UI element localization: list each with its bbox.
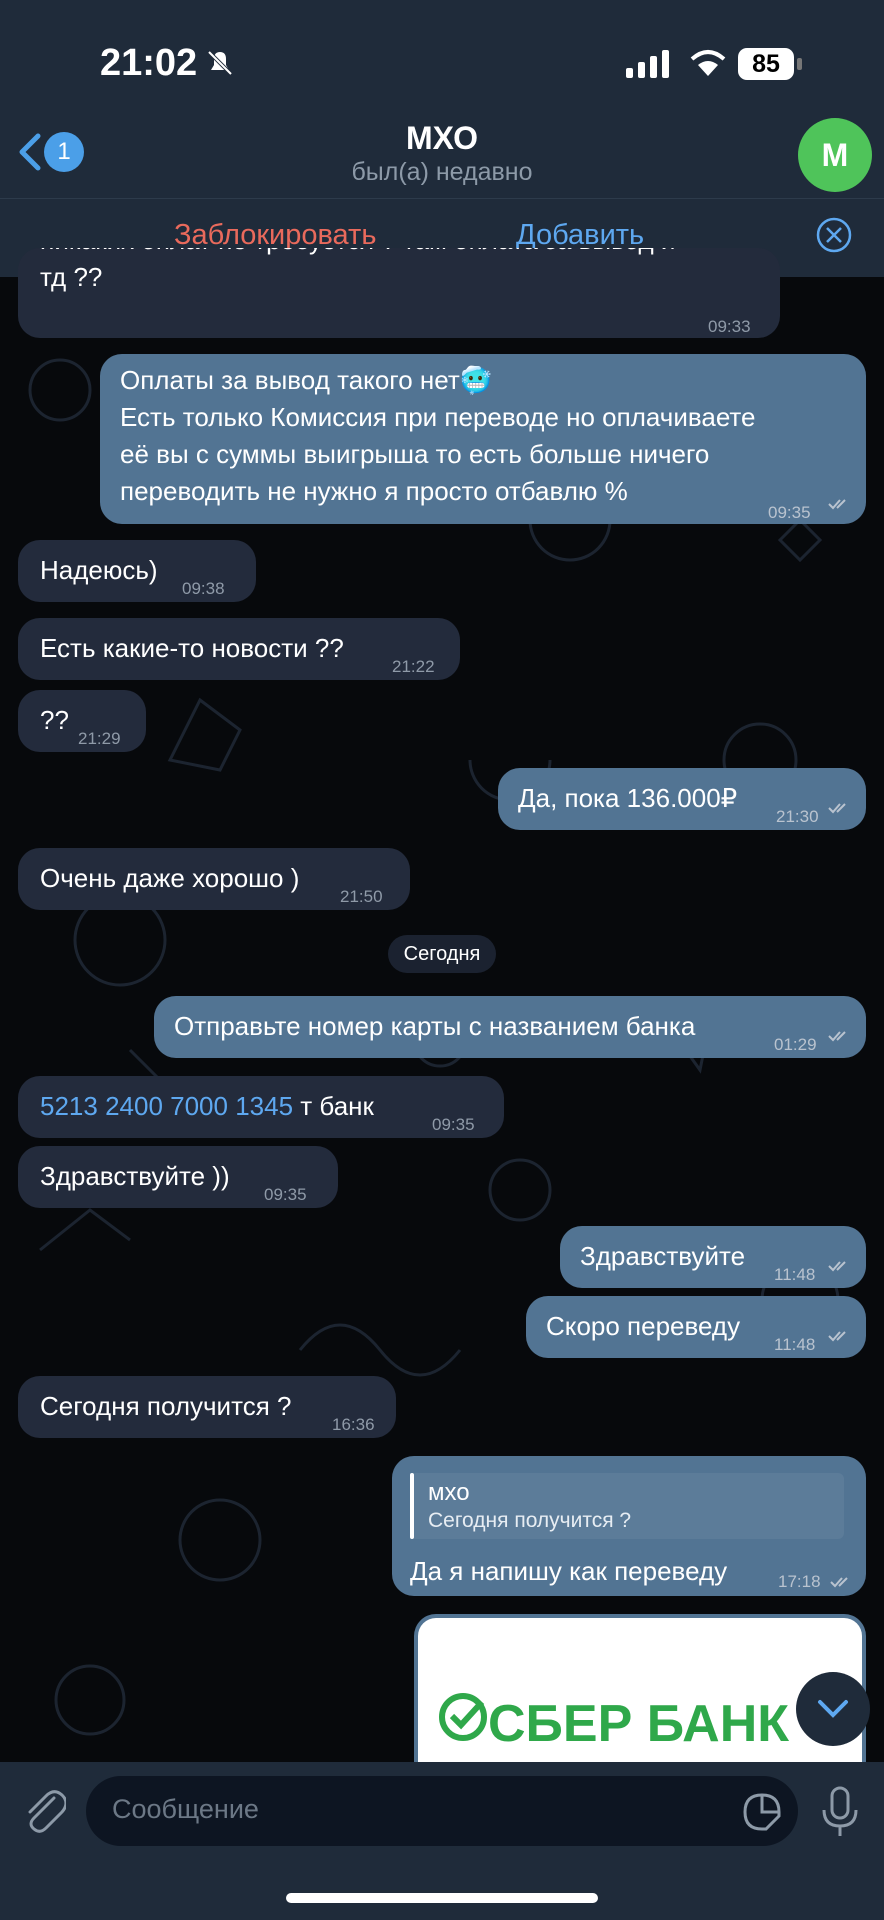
chat-title[interactable]: МХО (0, 120, 884, 157)
message-text: Отправьте номер карты с названием банка (174, 1011, 696, 1041)
message-incoming[interactable]: Здравствуйте )) 09:35 (18, 1146, 338, 1208)
message-time: 01:29 (774, 1035, 817, 1054)
message-text-line: её вы с суммы выигрыша то есть больше ни… (120, 439, 710, 469)
message-time: 21:22 (392, 657, 435, 676)
message-outgoing[interactable]: Скоро переведу 11:48 (526, 1296, 866, 1358)
message-outgoing[interactable]: Здравствуйте 11:48 (560, 1226, 866, 1288)
sticker-icon[interactable] (742, 1792, 782, 1832)
message-time: 16:36 (332, 1415, 375, 1434)
message-time: 11:48 (774, 1265, 816, 1284)
status-bar: 21:02 85 (0, 0, 884, 120)
message-time: 09:33 (708, 317, 751, 336)
message-text: Да я напишу как переведу (410, 1556, 728, 1586)
message-time: 21:29 (78, 729, 121, 748)
message-incoming[interactable]: ?? 21:29 (18, 690, 146, 752)
scroll-down-button[interactable] (796, 1672, 870, 1746)
sber-logo-icon (439, 1693, 487, 1741)
message-incoming[interactable]: Сегодня получится ? 16:36 (18, 1376, 396, 1438)
message-outgoing[interactable]: Да, пока 136.000₽ 21:30 (498, 768, 866, 830)
paperclip-icon[interactable] (20, 1784, 66, 1836)
message-text-line: Есть только Комиссия при переводе но опл… (120, 402, 756, 432)
message-outgoing[interactable]: Отправьте номер карты с названием банка … (154, 996, 866, 1058)
message-text: Надеюсь) (40, 555, 158, 585)
wifi-icon (690, 50, 726, 76)
message-text-line: переводить не нужно я просто отбавлю % (120, 476, 628, 506)
brand-text: СБЕР БАНК (488, 1695, 789, 1753)
home-indicator (286, 1893, 598, 1903)
read-checkmarks-icon (830, 1577, 848, 1588)
message-text-line: никаких оплат не требуется ? там оплата … (40, 248, 780, 259)
reply-bar (410, 1473, 414, 1539)
message-time: 09:35 (264, 1185, 307, 1204)
message-text: ?? (40, 705, 69, 735)
bell-muted-icon (207, 50, 233, 76)
microphone-icon[interactable] (820, 1786, 860, 1838)
message-time: 21:50 (340, 887, 383, 906)
message-incoming[interactable]: Очень даже хорошо ) 21:50 (18, 848, 410, 910)
reply-quote[interactable]: мхо Сегодня получится ? (410, 1473, 844, 1539)
message-text: Здравствуйте (580, 1241, 746, 1271)
read-checkmarks-icon (828, 803, 846, 814)
chevron-down-icon (818, 1700, 848, 1718)
message-text: Скоро переведу (546, 1311, 741, 1341)
message-text-line: Оплаты за вывод такого нет🥶 (120, 365, 493, 395)
message-time: 09:38 (182, 579, 225, 598)
message-incoming[interactable]: Есть какие-то новости ?? 21:22 (18, 618, 460, 680)
status-time: 21:02 (100, 42, 198, 84)
card-number-link[interactable]: 5213 2400 7000 1345 (40, 1091, 293, 1121)
read-checkmarks-icon (828, 499, 846, 510)
message-placeholder: Сообщение (112, 1794, 259, 1824)
date-separator: Сегодня (388, 935, 496, 973)
message-input[interactable]: Сообщение (86, 1776, 798, 1846)
chat-header: 1 МХО был(а) недавно M (0, 118, 884, 198)
read-checkmarks-icon (828, 1331, 846, 1342)
battery-indicator: 85 (738, 48, 794, 80)
message-text: Да, пока 136.000₽ (518, 783, 738, 813)
message-incoming[interactable]: 5213 2400 7000 1345 т банк 09:35 (18, 1076, 504, 1138)
avatar[interactable]: M (798, 118, 872, 192)
cellular-signal-icon (626, 50, 669, 78)
message-time: 09:35 (768, 503, 811, 522)
reply-author: мхо (428, 1479, 470, 1506)
message-text: т банк (300, 1091, 374, 1121)
message-text: Здравствуйте )) (40, 1161, 230, 1191)
read-checkmarks-icon (828, 1031, 846, 1042)
message-text: Сегодня получится ? (40, 1391, 292, 1421)
close-icon[interactable] (816, 217, 852, 253)
message-text-line: тд ?? (40, 262, 103, 292)
message-text: Очень даже хорошо ) (40, 863, 300, 893)
message-text: Есть какие-то новости ?? (40, 633, 344, 663)
message-time: 09:35 (432, 1115, 475, 1134)
message-time: 21:30 (776, 807, 819, 826)
message-incoming[interactable]: Надеюсь) 09:38 (18, 540, 256, 602)
battery-tip (797, 58, 802, 70)
message-time: 17:18 (778, 1572, 821, 1591)
reply-text: Сегодня получится ? (428, 1509, 632, 1532)
last-seen-status: был(а) недавно (351, 158, 533, 186)
read-checkmarks-icon (828, 1261, 846, 1272)
message-outgoing[interactable]: Оплаты за вывод такого нет🥶 Есть только … (100, 354, 866, 524)
message-incoming[interactable]: никаких оплат не требуется ? там оплата … (18, 248, 780, 338)
message-time: 11:48 (774, 1335, 816, 1354)
